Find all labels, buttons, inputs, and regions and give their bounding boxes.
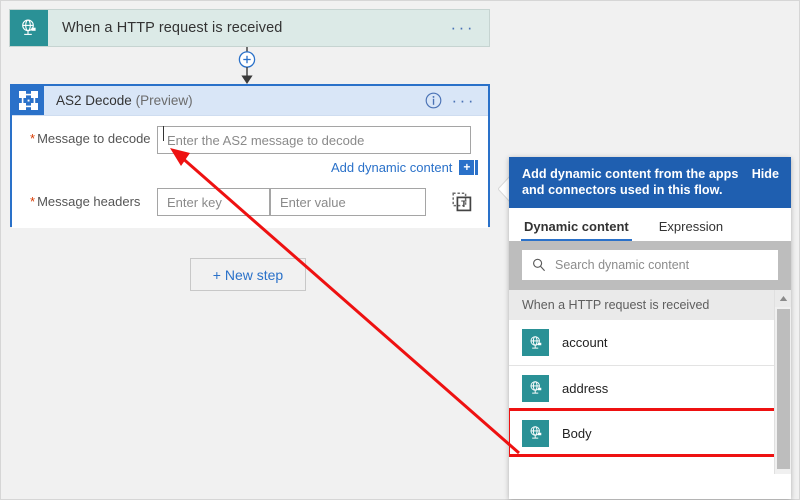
dynamic-content-panel-header-text: Add dynamic content from the apps and co… — [522, 167, 739, 197]
list-divider — [522, 455, 761, 456]
info-circle-icon[interactable] — [425, 92, 442, 109]
tab-dynamic-content[interactable]: Dynamic content — [521, 219, 632, 241]
scrollbar-thumb[interactable] — [777, 309, 790, 469]
as2-card-title: AS2 Decode (Preview) — [44, 93, 425, 108]
field-label-text: Message to decode — [37, 131, 151, 146]
as2-card-header[interactable]: AS2 Decode (Preview) ··· — [12, 86, 488, 116]
list-item[interactable]: address — [509, 365, 791, 410]
svg-text:T: T — [461, 199, 467, 209]
add-dynamic-content-link[interactable]: Add dynamic content — [331, 160, 452, 175]
action-card-as2-decode[interactable]: AS2 Decode (Preview) ··· * Message to de… — [10, 84, 490, 228]
text-caret — [163, 125, 164, 141]
search-input[interactable]: Search dynamic content — [522, 250, 778, 280]
scroll-up-icon[interactable] — [775, 290, 791, 307]
message-headers-key-input[interactable]: Enter key — [157, 188, 270, 216]
dynamic-content-scrollbar[interactable] — [774, 290, 791, 474]
logic-app-designer-screenshot: When a HTTP request is received ··· AS2 … — [0, 0, 800, 500]
dynamic-content-search-band: Search dynamic content — [509, 241, 791, 290]
message-headers-key-placeholder: Enter key — [167, 194, 222, 210]
search-icon — [532, 258, 546, 272]
required-indicator: * — [30, 131, 36, 146]
dynamic-content-panel: Add dynamic content from the apps and co… — [509, 157, 791, 499]
hide-panel-button[interactable]: Hide — [744, 166, 779, 181]
field-label-message-to-decode: * Message to decode — [30, 131, 151, 146]
globe-network-icon — [522, 374, 549, 402]
dynamic-content-list: When a HTTP request is received account — [509, 290, 791, 474]
as2-card-title-text: AS2 Decode — [56, 93, 132, 108]
message-to-decode-input[interactable]: Enter the AS2 message to decode — [157, 125, 471, 154]
list-item[interactable]: account — [509, 320, 791, 365]
trigger-to-action-connector — [226, 47, 268, 87]
dynamic-content-token-icon[interactable]: T — [452, 192, 473, 218]
globe-network-icon — [522, 329, 549, 356]
search-input-placeholder: Search dynamic content — [555, 258, 690, 272]
message-headers-value-input[interactable]: Enter value — [270, 188, 426, 216]
field-label-text: Message headers — [37, 194, 141, 209]
add-dynamic-content-caret-bar — [475, 160, 479, 175]
as2-card-body: * Message to decode Enter the AS2 messag… — [12, 116, 488, 228]
message-headers-value-placeholder: Enter value — [280, 194, 346, 210]
list-item-label: account — [562, 335, 608, 350]
new-step-button[interactable]: + New step — [190, 258, 306, 291]
dynamic-content-tabs: Dynamic content Expression — [509, 208, 791, 241]
globe-network-icon — [10, 10, 48, 46]
add-dynamic-content-row[interactable]: Add dynamic content + — [331, 160, 479, 175]
message-to-decode-placeholder: Enter the AS2 message to decode — [167, 132, 365, 148]
globe-network-icon — [522, 419, 549, 447]
list-item-label: Body — [562, 425, 592, 441]
trigger-overflow-menu[interactable]: ··· — [451, 19, 489, 36]
tab-expression[interactable]: Expression — [657, 219, 725, 241]
dynamic-content-group-header: When a HTTP request is received — [509, 290, 791, 320]
as2-decode-icon — [12, 86, 44, 115]
trigger-title: When a HTTP request is received — [62, 20, 283, 36]
required-indicator: * — [30, 194, 36, 209]
list-item-label: address — [562, 380, 609, 396]
add-dynamic-content-plus-icon[interactable]: + — [459, 160, 475, 175]
as2-overflow-menu[interactable]: ··· — [452, 92, 488, 109]
arrow-down-icon — [241, 75, 253, 84]
list-item-body[interactable]: Body — [509, 408, 791, 457]
dynamic-content-panel-header: Add dynamic content from the apps and co… — [509, 157, 791, 208]
as2-card-preview-tag: (Preview) — [135, 93, 193, 108]
trigger-card-http-request[interactable]: When a HTTP request is received ··· — [9, 9, 490, 47]
field-label-message-headers: * Message headers — [30, 194, 140, 209]
